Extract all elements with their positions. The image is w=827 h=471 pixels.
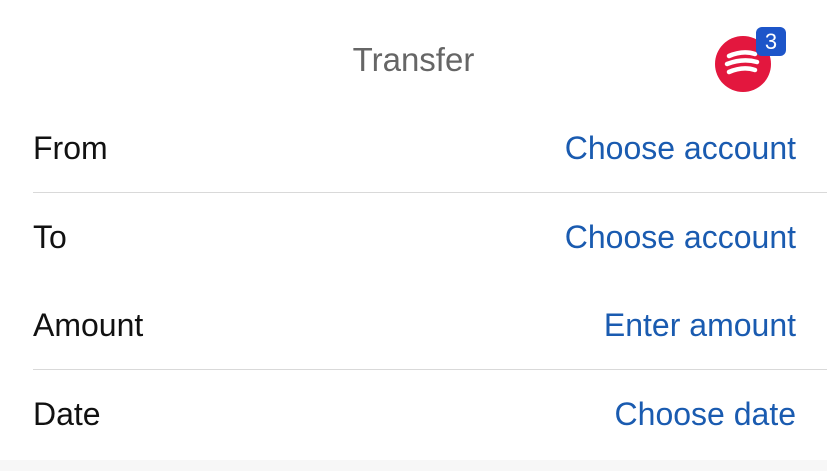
notification-badge: 3	[756, 27, 786, 56]
date-row[interactable]: Date Choose date	[33, 370, 827, 458]
from-label: From	[33, 130, 108, 166]
amount-row[interactable]: Amount Enter amount	[33, 281, 827, 370]
header: Transfer 3	[0, 0, 827, 104]
to-row[interactable]: To Choose account	[33, 193, 827, 281]
to-label: To	[33, 219, 67, 255]
from-row[interactable]: From Choose account	[33, 104, 827, 193]
choose-from-account-link[interactable]: Choose account	[565, 126, 796, 170]
choose-date-link[interactable]: Choose date	[615, 392, 796, 436]
date-label: Date	[33, 396, 101, 432]
choose-to-account-link[interactable]: Choose account	[565, 215, 796, 259]
transfer-screen: Transfer 3 From Choose account To Choose…	[0, 0, 827, 460]
enter-amount-link[interactable]: Enter amount	[604, 303, 796, 347]
amount-label: Amount	[33, 307, 144, 343]
page-title: Transfer	[352, 41, 475, 78]
bank-logo-button[interactable]: 3	[715, 27, 786, 92]
